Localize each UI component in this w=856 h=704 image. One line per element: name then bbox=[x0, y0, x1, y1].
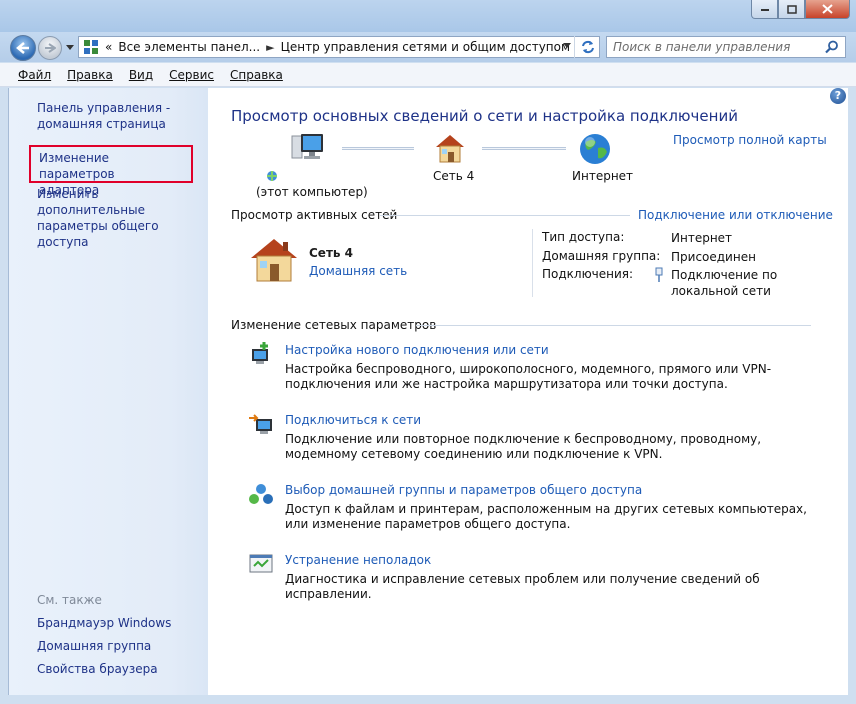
breadcrumb-overflow[interactable]: « bbox=[105, 40, 112, 54]
home-network-icon bbox=[436, 135, 464, 163]
change-adapter-settings-link[interactable]: Изменение параметров адаптера bbox=[29, 145, 193, 197]
connect-disconnect-link[interactable]: Подключение или отключение bbox=[638, 208, 833, 222]
control-panel-icon bbox=[84, 40, 98, 54]
menu-tools[interactable]: Сервис bbox=[165, 67, 218, 83]
setup-new-connection-link[interactable]: Настройка нового подключения или сети bbox=[285, 343, 549, 357]
active-networks-heading: Просмотр активных сетей bbox=[231, 208, 398, 222]
close-button[interactable] bbox=[805, 0, 850, 19]
see-also-heading: См. также bbox=[37, 593, 102, 607]
divider bbox=[416, 325, 811, 326]
menu-edit[interactable]: Правка bbox=[63, 67, 117, 83]
map-connector bbox=[482, 147, 566, 150]
back-arrow-icon bbox=[16, 42, 29, 54]
network-type-link[interactable]: Домашняя сеть bbox=[309, 264, 407, 278]
connections-label: Подключения: bbox=[542, 267, 634, 281]
minimize-button[interactable] bbox=[751, 0, 778, 19]
refresh-button[interactable] bbox=[574, 36, 600, 58]
close-icon bbox=[822, 4, 833, 14]
window-controls bbox=[751, 0, 850, 19]
link-line: Подключение по bbox=[671, 268, 778, 282]
history-dropdown-icon[interactable] bbox=[66, 45, 74, 51]
map-connector bbox=[342, 147, 414, 150]
access-type-value: Интернет bbox=[671, 231, 733, 245]
minimize-icon bbox=[760, 9, 769, 11]
task-description: Доступ к файлам и принтерам, расположенн… bbox=[285, 502, 807, 531]
breadcrumb-network-center[interactable]: Центр управления сетями и общим доступом bbox=[281, 40, 570, 54]
title-bar bbox=[0, 0, 856, 32]
full-map-link[interactable]: Просмотр полной карты bbox=[673, 133, 827, 147]
home-network-icon bbox=[251, 239, 297, 282]
task-description: Настройка беспроводного, широкополосного… bbox=[285, 362, 772, 391]
link-line: Изменить дополнительные bbox=[37, 187, 145, 217]
homegroup-sharing-icon bbox=[249, 484, 273, 504]
link-line: Изменение параметров bbox=[39, 151, 115, 181]
link-line: Панель управления - bbox=[37, 101, 171, 115]
this-computer-label: (этот компьютер) bbox=[256, 185, 368, 199]
task-description: Подключение или повторное подключение к … bbox=[285, 432, 762, 461]
help-icon[interactable]: ? bbox=[830, 88, 846, 104]
troubleshoot-link[interactable]: Устранение неполадок bbox=[285, 553, 431, 567]
firewall-link[interactable]: Брандмауэр Windows bbox=[37, 615, 171, 631]
active-network-name: Сеть 4 bbox=[309, 246, 354, 260]
computer-icon bbox=[291, 134, 323, 159]
back-button[interactable] bbox=[10, 35, 36, 61]
address-dropdown-icon[interactable] bbox=[563, 43, 571, 49]
refresh-icon bbox=[581, 40, 594, 54]
change-sharing-settings-link[interactable]: Изменить дополнительные параметры общего… bbox=[37, 186, 208, 250]
homegroup-label: Домашняя группа: bbox=[542, 249, 661, 263]
connect-to-network-link[interactable]: Подключиться к сети bbox=[285, 413, 421, 427]
internet-map-label: Интернет bbox=[572, 169, 634, 183]
task-description: Диагностика и исправление сетевых пробле… bbox=[285, 572, 760, 601]
network-bullet-icon bbox=[267, 171, 277, 181]
window-frame-bottom bbox=[0, 695, 856, 704]
connect-to-network-icon bbox=[249, 414, 272, 434]
ethernet-plug-icon bbox=[655, 267, 663, 282]
search-icon[interactable] bbox=[825, 40, 839, 54]
browser-properties-link[interactable]: Свойства браузера bbox=[37, 661, 158, 677]
homegroup-value-link[interactable]: Присоединен bbox=[671, 249, 756, 265]
menu-help[interactable]: Справка bbox=[226, 67, 287, 83]
control-panel-home-link[interactable]: Панель управления - домашняя страница bbox=[37, 100, 170, 132]
homegroup-link[interactable]: Домашняя группа bbox=[37, 638, 151, 654]
forward-button[interactable] bbox=[38, 36, 62, 60]
forward-arrow-icon bbox=[45, 43, 56, 53]
main-content: ? Просмотр основных сведений о сети и на… bbox=[208, 88, 848, 695]
menu-file[interactable]: Файл bbox=[14, 67, 55, 83]
window-frame-right bbox=[848, 88, 856, 704]
search-box[interactable] bbox=[606, 36, 846, 58]
divider bbox=[380, 215, 630, 216]
divider bbox=[532, 229, 533, 297]
access-type-label: Тип доступа: bbox=[542, 230, 625, 244]
link-line: параметры общего доступа bbox=[37, 219, 159, 249]
menu-view[interactable]: Вид bbox=[125, 67, 157, 83]
troubleshoot-icon bbox=[249, 554, 273, 573]
address-bar[interactable]: « Все элементы панел... ► Центр управлен… bbox=[78, 36, 600, 58]
left-task-pane: Панель управления - домашняя страница Из… bbox=[8, 88, 208, 695]
breadcrumb-separator-icon[interactable]: ► bbox=[266, 41, 274, 54]
maximize-icon bbox=[786, 4, 797, 14]
search-input[interactable] bbox=[607, 40, 817, 54]
link-line: локальной сети bbox=[671, 284, 771, 298]
breadcrumb-all-items[interactable]: Все элементы панел... bbox=[118, 40, 260, 54]
page-title: Просмотр основных сведений о сети и наст… bbox=[231, 107, 738, 125]
new-connection-icon bbox=[252, 342, 268, 364]
homegroup-sharing-link[interactable]: Выбор домашней группы и параметров общег… bbox=[285, 483, 642, 497]
internet-globe-icon bbox=[580, 134, 610, 164]
maximize-button[interactable] bbox=[778, 0, 805, 19]
local-connection-link[interactable]: Подключение по локальной сети bbox=[671, 267, 777, 299]
menu-bar: Файл Правка Вид Сервис Справка bbox=[0, 63, 856, 87]
link-line: домашняя страница bbox=[37, 117, 166, 131]
change-settings-heading: Изменение сетевых параметров bbox=[231, 318, 437, 332]
network-4-map-label: Сеть 4 bbox=[433, 169, 475, 183]
